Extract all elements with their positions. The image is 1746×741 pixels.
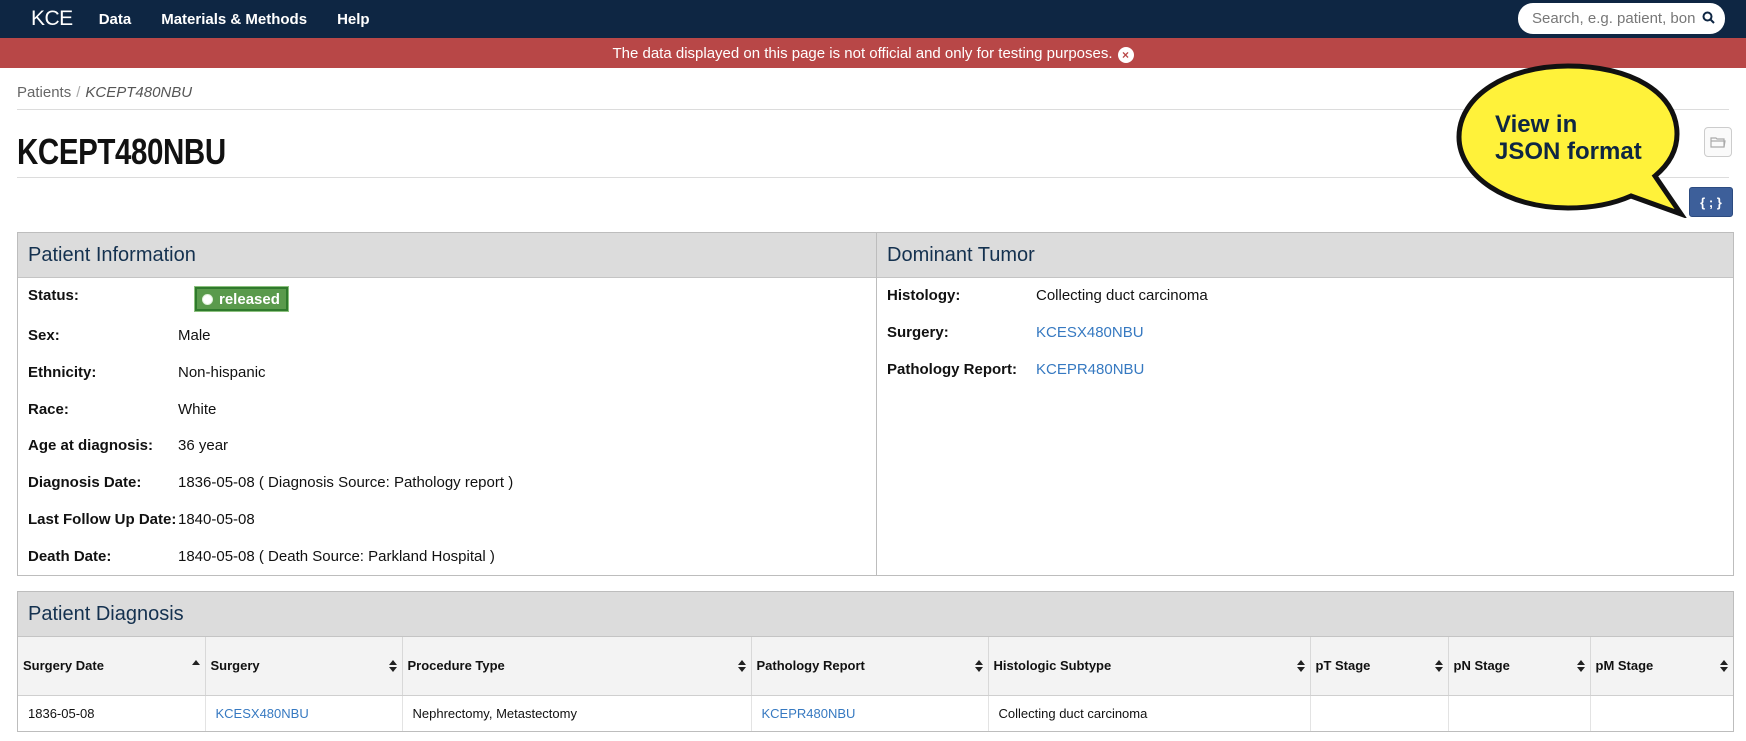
cell-link[interactable]: KCESX480NBU <box>216 706 309 721</box>
info-label: Last Follow Up Date: <box>28 511 177 528</box>
panel-heading: Dominant Tumor <box>877 233 1733 278</box>
status-value: released <box>219 290 280 308</box>
brand-logo[interactable]: KCE <box>31 7 73 31</box>
column-header[interactable]: Histologic Subtype <box>988 637 1311 696</box>
table-cell: KCESX480NBU <box>205 695 403 731</box>
sort-icon[interactable] <box>1434 659 1443 673</box>
table-row: 1836-05-08 KCESX480NBU Nephrectomy, Metast… <box>18 695 1733 731</box>
column-header-label: Procedure Type <box>407 658 505 674</box>
surgery-label: Surgery: <box>887 324 949 341</box>
table-cell: KCEPR480NBU <box>751 695 989 731</box>
info-value: 1840-05-08 <box>178 511 255 528</box>
patient-information-panel: Patient Information Status: released Sex… <box>17 232 877 576</box>
pathology-report-link[interactable]: KCEPR480NBU <box>1036 361 1144 378</box>
sort-icon[interactable] <box>1720 659 1728 673</box>
search-icon[interactable] <box>1701 10 1717 26</box>
info-label: Death Date: <box>28 548 112 565</box>
info-label: Ethnicity: <box>28 364 97 381</box>
column-header[interactable]: Pathology Report <box>751 637 989 696</box>
surgery-link[interactable]: KCESX480NBU <box>1036 324 1144 341</box>
table-cell: Collecting duct carcinoma <box>988 695 1311 731</box>
circle-icon <box>202 293 213 305</box>
table-cell <box>1590 695 1733 731</box>
close-icon[interactable]: × <box>1117 46 1134 63</box>
view-json-button[interactable]: { ; } <box>1689 187 1733 217</box>
table-cell <box>1310 695 1449 731</box>
info-value: Non-hispanic <box>178 364 266 381</box>
column-header[interactable]: pN Stage <box>1448 637 1591 696</box>
search-input[interactable] <box>1530 9 1700 28</box>
diagnosis-table: Surgery Date Surgery Procedure Type Patholo… <box>18 637 1733 731</box>
panel-heading: Patient Information <box>18 233 876 278</box>
alert-text: The data displayed on this page is not o… <box>612 44 1113 62</box>
status-label: Status: <box>28 287 79 304</box>
nav-materials-methods[interactable]: Materials & Methods <box>161 11 307 28</box>
column-header[interactable]: pM Stage <box>1590 637 1733 696</box>
column-header-label: Surgery Date <box>23 658 104 674</box>
breadcrumb: Patients / KCEPT480NBU <box>17 84 192 101</box>
status-badge: released <box>194 286 289 312</box>
histology-label: Histology: <box>887 287 961 304</box>
callout-line-2: JSON format <box>1495 138 1642 165</box>
info-value: Male <box>178 327 211 344</box>
sort-icon[interactable] <box>1296 659 1305 673</box>
breadcrumb-patients[interactable]: Patients <box>17 84 71 101</box>
table-cell <box>1448 695 1591 731</box>
info-label: Age at diagnosis: <box>28 437 154 454</box>
info-label: Race: <box>28 401 69 418</box>
table-cell: 1836-05-08 <box>18 695 206 731</box>
sort-icon[interactable] <box>1576 659 1585 673</box>
cell-link[interactable]: KCEPR480NBU <box>762 706 856 721</box>
dominant-tumor-panel: Dominant Tumor Histology: Collecting duc… <box>876 232 1734 576</box>
cell-text: 1836-05-08 <box>28 705 95 721</box>
pathology-report-label: Pathology Report: <box>887 361 1017 378</box>
folder-button[interactable] <box>1704 127 1732 157</box>
callout-line-1: View in <box>1495 111 1578 138</box>
folder-icon <box>1710 137 1726 148</box>
sort-icon[interactable] <box>737 659 746 673</box>
column-header-label: Histologic Subtype <box>993 658 1112 674</box>
column-header-label: Surgery <box>210 658 260 674</box>
info-value: 1840-05-08 ( Death Source: Parkland Hosp… <box>178 548 495 565</box>
column-header-label: pM Stage <box>1595 658 1654 674</box>
info-label: Diagnosis Date: <box>28 474 142 491</box>
column-header[interactable]: Procedure Type <box>402 637 752 696</box>
sort-ascending-icon[interactable] <box>191 659 200 673</box>
panel-heading: Patient Diagnosis <box>18 592 1733 637</box>
top-navbar: KCE Data Materials & Methods Help <box>0 0 1746 38</box>
search-box <box>1518 3 1725 34</box>
info-value: White <box>178 401 217 418</box>
callout-text: View in JSON format <box>1495 111 1665 165</box>
patient-diagnosis-panel: Patient Diagnosis Surgery Date Surgery Pro… <box>17 591 1734 732</box>
column-header-label: Pathology Report <box>756 658 865 674</box>
info-value: 1836-05-08 ( Diagnosis Source: Pathology… <box>178 474 514 491</box>
histology-value: Collecting duct carcinoma <box>1036 287 1208 304</box>
sort-icon[interactable] <box>974 659 983 673</box>
table-cell: Nephrectomy, Metastectomy <box>402 695 752 731</box>
page-title: KCEPT480NBU <box>17 131 226 172</box>
cell-text: Collecting duct carcinoma <box>998 705 1148 721</box>
cell-text: Nephrectomy, Metastectomy <box>412 705 577 721</box>
column-header[interactable]: Surgery Date <box>18 637 206 696</box>
info-label: Sex: <box>28 327 60 344</box>
column-header[interactable]: pT Stage <box>1310 637 1449 696</box>
sort-icon[interactable] <box>388 659 397 673</box>
column-header-label: pN Stage <box>1453 658 1510 674</box>
info-value: 36 year <box>178 437 229 454</box>
breadcrumb-separator: / <box>76 84 81 101</box>
breadcrumb-current: KCEPT480NBU <box>85 84 193 101</box>
nav-data[interactable]: Data <box>99 11 132 28</box>
nav-help[interactable]: Help <box>337 11 370 28</box>
column-header-label: pT Stage <box>1315 658 1371 674</box>
column-header[interactable]: Surgery <box>205 637 403 696</box>
